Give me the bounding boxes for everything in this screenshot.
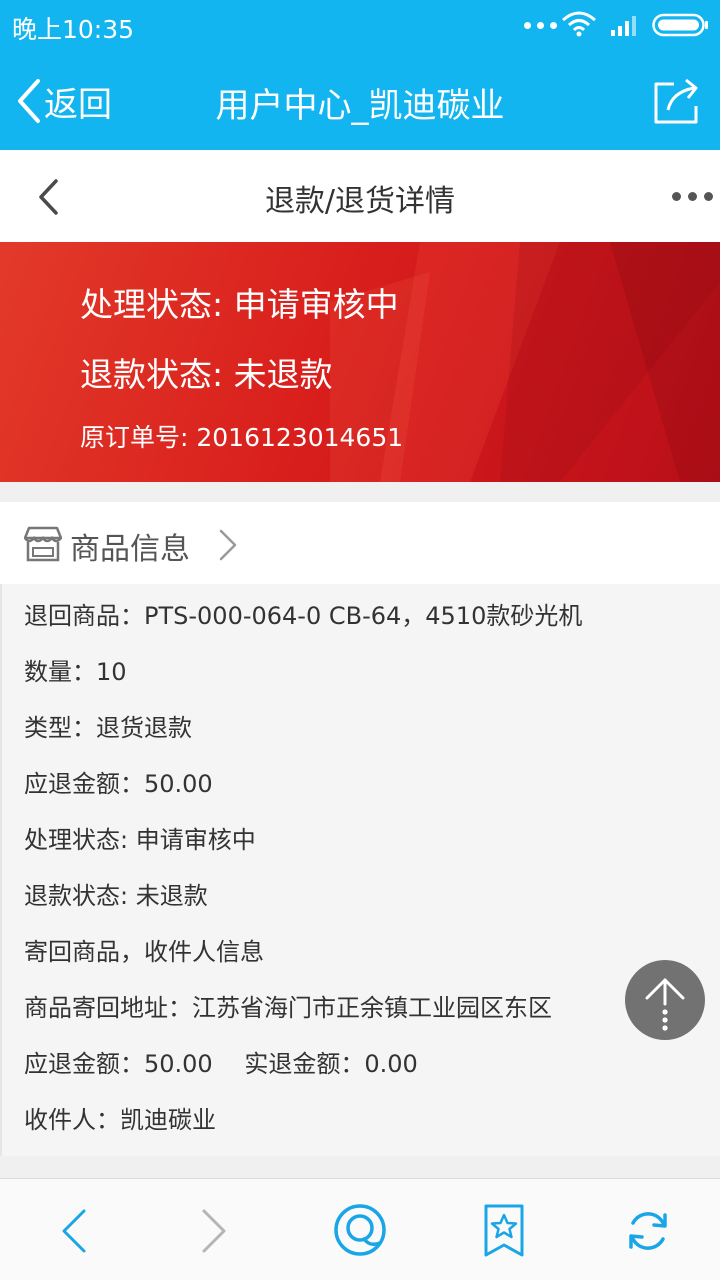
wifi-icon (562, 11, 596, 37)
status-banner: 处理状态: 申请审核中 退款状态: 未退款 原订单号: 201612301465… (0, 242, 720, 482)
product-section-header[interactable]: 商品信息 (0, 502, 720, 584)
battery-icon (652, 13, 708, 37)
shop-icon (24, 526, 62, 562)
detail-refund-amount: 应退金额：50.00 (24, 770, 213, 798)
chat-icon[interactable] (332, 1203, 388, 1259)
back-icon[interactable] (56, 1207, 90, 1255)
back-label: 返回 (44, 84, 112, 125)
detail-recipient: 收件人：凯迪碳业 (24, 1106, 216, 1134)
bottom-toolbar (0, 1178, 720, 1280)
page-title: 退款/退货详情 (264, 184, 456, 219)
detail-amounts: 应退金额：50.00 实退金额：0.00 (24, 1050, 418, 1078)
detail-return-address: 商品寄回地址：江苏省海门市正余镇工业园区东区 (24, 994, 552, 1022)
refresh-icon[interactable] (624, 1207, 672, 1255)
detail-refund-status: 退款状态: 未退款 (24, 882, 208, 910)
chevron-left-icon (18, 79, 40, 123)
status-bar: 晚上10:35 (0, 0, 720, 52)
arrow-up-icon (645, 978, 685, 1031)
top-bar: 晚上10:35 返回 用户中心_凯迪碳业 (0, 0, 720, 150)
chevron-left-icon[interactable] (34, 178, 64, 216)
back-button[interactable]: 返回 (14, 74, 112, 128)
detail-quantity: 数量：10 (24, 658, 127, 686)
status-time: 晚上10:35 (12, 15, 135, 44)
share-icon[interactable] (652, 76, 704, 126)
signal-icon (611, 16, 636, 36)
dots-icon (524, 22, 557, 29)
scroll-top-button[interactable] (625, 960, 705, 1040)
forward-icon[interactable] (198, 1207, 232, 1255)
detail-recipient-heading: 寄回商品，收件人信息 (24, 938, 264, 966)
refund-details: 退回商品：PTS-000-064-0 CB-64，4510款砂光机 数量：10 … (0, 584, 720, 1156)
refund-status: 退款状态: 未退款 (80, 355, 333, 394)
process-status: 处理状态: 申请审核中 (80, 285, 399, 324)
detail-type: 类型：退货退款 (24, 714, 192, 742)
more-icon[interactable] (672, 192, 713, 201)
app-title: 用户中心_凯迪碳业 (215, 86, 505, 126)
app-header: 返回 用户中心_凯迪碳业 (0, 52, 720, 150)
page-nav: 退款/退货详情 (0, 150, 720, 242)
product-section-title: 商品信息 (70, 532, 190, 567)
bookmark-icon[interactable] (482, 1203, 526, 1259)
chevron-right-icon (219, 529, 237, 561)
order-number: 原订单号: 2016123014651 (80, 423, 404, 452)
detail-process-status: 处理状态: 申请审核中 (24, 826, 256, 854)
detail-returned-product: 退回商品：PTS-000-064-0 CB-64，4510款砂光机 (24, 602, 583, 630)
